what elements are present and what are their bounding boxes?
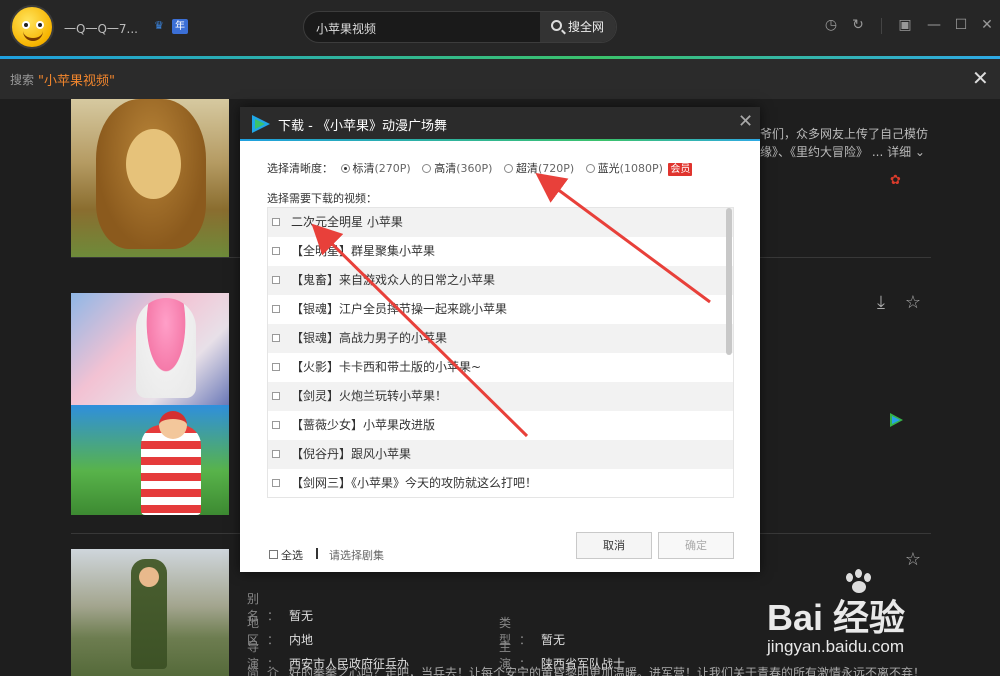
select-videos-label: 选择需要下载的视频： (267, 192, 377, 205)
dialog-footer: 全选 请选择剧集 取消 确定 (240, 517, 760, 572)
dialog-title: 下载 - 《小苹果》动漫广场舞 (278, 119, 447, 134)
checkbox[interactable] (272, 421, 280, 429)
search-button-label: 搜全网 (568, 20, 605, 34)
search-input[interactable]: 小苹果视频 (316, 20, 376, 37)
episode-hint: 请选择剧集 (329, 549, 384, 562)
quality-option-sd[interactable]: 标清(270P) (340, 160, 411, 176)
select-all-label[interactable]: 全选 (281, 547, 303, 563)
tencent-video-icon (890, 413, 904, 427)
info-intro: 简介：好的拳拳之心吗？走吧，当兵去！让每个安宁的黄昏黎明更加温暖。进军营！让我们… (247, 666, 926, 676)
list-item[interactable]: 【鬼畜】来自游戏众人的日常之小苹果 (268, 266, 733, 295)
result-thumbnail[interactable] (71, 405, 229, 515)
close-icon[interactable]: ✕ (978, 16, 996, 34)
vip-icon[interactable]: ♛ (154, 19, 168, 33)
username[interactable]: 一Q一Q一7... (64, 20, 138, 37)
list-item[interactable]: 【剑网三】《小苹果》今天的攻防就这么打吧！ (268, 469, 733, 497)
select-all-checkbox[interactable] (269, 550, 278, 559)
baidu-jingyan-watermark: Bai 经验 jingyan.baidu.com (767, 569, 967, 659)
close-search-icon[interactable]: ✕ (972, 67, 992, 89)
quality-option-shd[interactable]: 超清(720P) (503, 160, 574, 176)
toolbar-separator (881, 18, 882, 34)
confirm-button[interactable]: 确定 (658, 532, 734, 559)
search-result-bar: 搜索 "小苹果视频" ✕ (0, 59, 1000, 99)
year-badge[interactable]: 年 (172, 19, 188, 34)
video-list: 二次元全明星 小苹果 【全明星】群星聚集小苹果 【鬼畜】来自游戏众人的日常之小苹… (267, 207, 734, 498)
list-item[interactable]: 【银魂】江户全员摔节操一起来跳小苹果 (268, 295, 733, 324)
result-description: 爷们，众多网友上传了自己模仿 缘》、《里约大冒险》 ... 详细 ⌄ (760, 127, 929, 159)
result-thumbnail[interactable] (71, 549, 229, 676)
radio-icon (503, 164, 513, 173)
watermark-url: jingyan.baidu.com (767, 637, 905, 656)
list-item[interactable]: 【火影】卡卡西和带土版的小苹果~ (268, 353, 733, 382)
maximize-icon[interactable]: ☐ (952, 16, 970, 34)
minimize-icon[interactable]: — (925, 16, 943, 34)
list-item[interactable]: 【蔷薇少女】小苹果改进版 (268, 411, 733, 440)
source-logo-icon: ✿ (890, 173, 901, 188)
list-item[interactable]: 【银魂】高战力男子的小苹果 (268, 324, 733, 353)
list-item[interactable]: 【倪谷丹】跟风小苹果 (268, 440, 733, 469)
user-avatar[interactable] (10, 5, 54, 49)
checkbox[interactable] (272, 305, 280, 313)
tencent-video-logo-icon (252, 115, 270, 133)
cancel-button[interactable]: 取消 (576, 532, 652, 559)
watermark-brand: Bai 经验 (767, 597, 906, 638)
download-icon[interactable]: ⤓ (870, 292, 892, 314)
star-icon[interactable]: ☆ (902, 549, 924, 571)
checkbox[interactable] (272, 276, 280, 284)
list-scrollbar[interactable] (726, 208, 732, 355)
list-item[interactable]: 二次元全明星 小苹果 (268, 208, 733, 237)
checkbox[interactable] (272, 334, 280, 342)
checkbox[interactable] (272, 218, 280, 226)
footer-separator (316, 548, 318, 559)
radio-icon (340, 164, 350, 173)
checkbox[interactable] (272, 479, 280, 487)
checkbox[interactable] (272, 363, 280, 371)
quality-option-hd[interactable]: 高清(360P) (422, 160, 492, 176)
search-all-button[interactable]: 搜全网 (540, 12, 616, 42)
result-thumbnail[interactable] (71, 293, 229, 405)
vip-badge: 会员 (668, 163, 693, 176)
search-box: 小苹果视频 搜全网 (303, 11, 617, 43)
quality-row: 选择清晰度： 标清(270P) 高清(360P) 超清(720P) 蓝光(108… (267, 160, 693, 176)
checkbox[interactable] (272, 392, 280, 400)
history-icon[interactable]: ◷ (822, 16, 840, 34)
dialog-close-icon[interactable]: ✕ (738, 112, 754, 132)
dialog-accent (240, 139, 760, 141)
radio-icon (422, 164, 432, 173)
chevron-down-icon[interactable]: ⌄ (915, 145, 925, 159)
radio-icon (585, 164, 595, 173)
dialog-header: 下载 - 《小苹果》动漫广场舞 ✕ (240, 107, 760, 139)
checkbox[interactable] (272, 450, 280, 458)
result-thumbnail[interactable] (71, 99, 229, 257)
list-item[interactable]: 【全明星】群星聚集小苹果 (268, 237, 733, 266)
list-item[interactable]: 【剑灵】火炮兰玩转小苹果！ (268, 382, 733, 411)
search-icon (551, 20, 562, 31)
checkbox[interactable] (272, 247, 280, 255)
mini-mode-icon[interactable]: ▣ (896, 16, 914, 34)
search-prefix: 搜索 (10, 73, 35, 87)
star-icon[interactable]: ☆ (902, 292, 924, 314)
search-keyword: "小苹果视频" (38, 74, 115, 89)
download-dialog: 下载 - 《小苹果》动漫广场舞 ✕ 选择清晰度： 标清(270P) 高清(360… (240, 107, 760, 572)
refresh-icon[interactable]: ↻ (849, 16, 867, 34)
title-bar: 一Q一Q一7... ♛ 年 小苹果视频 搜全网 ◷ ↻ ▣ — ☐ ✕ (0, 0, 1000, 56)
quality-option-bluray[interactable]: 蓝光(1080P) (585, 160, 663, 176)
quality-label: 选择清晰度： (267, 162, 333, 175)
